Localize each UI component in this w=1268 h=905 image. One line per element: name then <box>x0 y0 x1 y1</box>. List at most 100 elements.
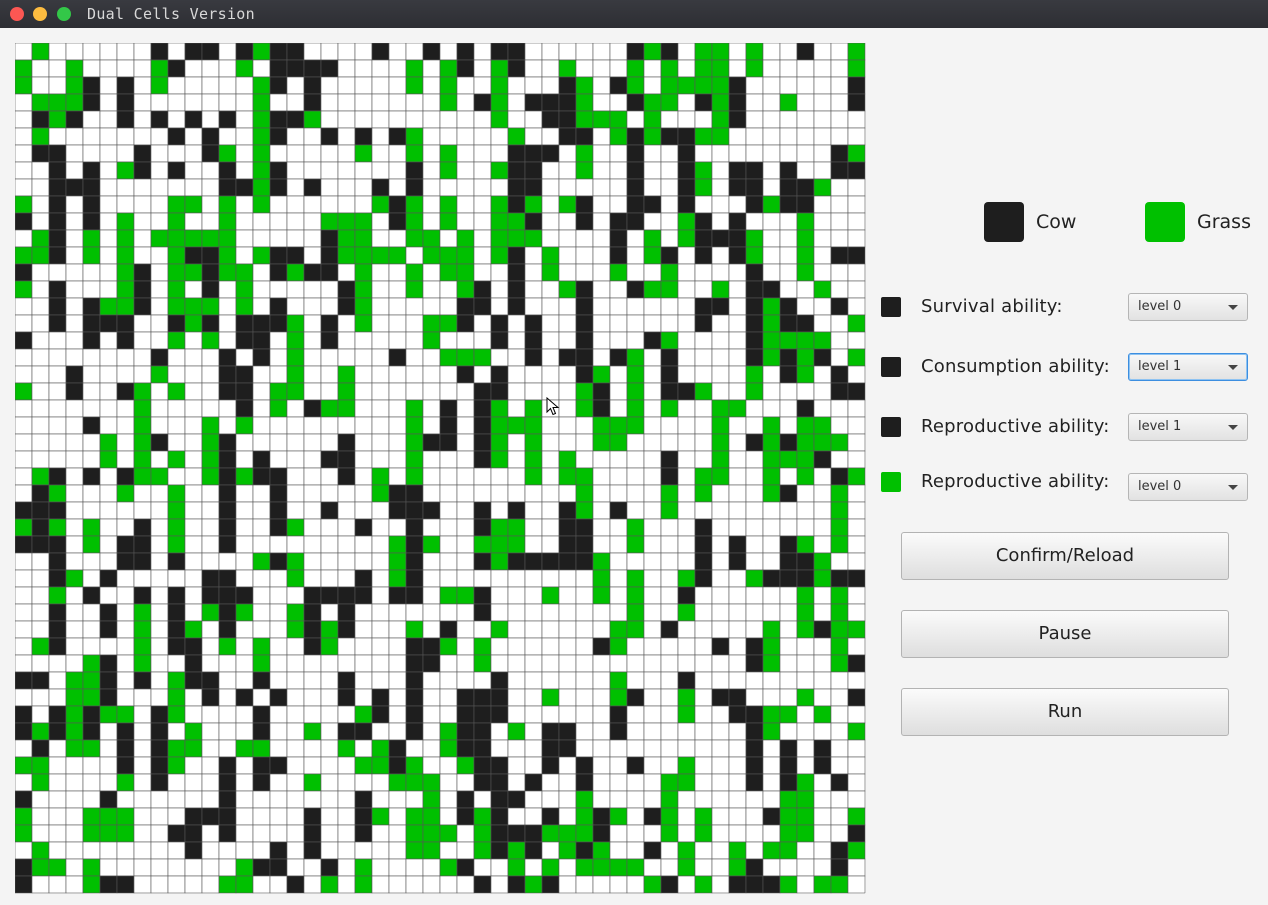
cow-cell <box>779 195 798 214</box>
grass-reproductive-select[interactable]: level 0 <box>1128 473 1248 501</box>
empty-cell <box>82 399 101 418</box>
cow-cell <box>745 161 764 180</box>
empty-cell <box>388 161 407 180</box>
grass-cell <box>796 263 815 282</box>
grass-cell <box>830 637 849 656</box>
confirm-reload-button[interactable]: Confirm/Reload <box>901 532 1229 580</box>
empty-cell <box>337 773 356 792</box>
empty-cell <box>813 365 832 384</box>
grass-cell <box>694 807 713 826</box>
empty-cell <box>252 229 271 248</box>
empty-cell <box>779 144 798 163</box>
grass-cell <box>116 212 135 231</box>
maximize-window-button[interactable] <box>57 7 71 21</box>
grass-cell <box>133 603 152 622</box>
empty-cell <box>626 654 645 673</box>
cow-cell <box>541 144 560 163</box>
grass-cell <box>31 93 50 112</box>
cow-cell <box>235 331 254 350</box>
grass-cell <box>82 246 101 265</box>
cow-cell <box>218 450 237 469</box>
empty-cell <box>48 875 67 894</box>
empty-cell <box>643 552 662 571</box>
grass-cell <box>15 195 33 214</box>
grass-cell <box>150 229 169 248</box>
cow-cell <box>269 110 288 129</box>
empty-cell <box>405 790 424 809</box>
empty-cell <box>422 399 441 418</box>
grass-cell <box>507 722 526 741</box>
cow-cell <box>184 671 203 690</box>
empty-cell <box>167 875 186 894</box>
empty-cell <box>779 858 798 877</box>
grass-cell <box>762 722 781 741</box>
grass-cell <box>405 76 424 95</box>
empty-cell <box>422 484 441 503</box>
cow-cell <box>116 535 135 554</box>
empty-cell <box>609 535 628 554</box>
empty-cell <box>388 280 407 299</box>
empty-cell <box>541 484 560 503</box>
empty-cell <box>490 586 509 605</box>
cow-cell <box>779 773 798 792</box>
empty-cell <box>320 93 339 112</box>
cow-cell <box>745 858 764 877</box>
cow-survival-select[interactable]: level 0 <box>1128 293 1248 321</box>
grass-cell <box>99 450 118 469</box>
empty-cell <box>694 433 713 452</box>
run-button[interactable]: Run <box>901 688 1229 736</box>
cow-cell <box>745 773 764 792</box>
empty-cell <box>643 382 662 401</box>
empty-cell <box>422 552 441 571</box>
grass-cell <box>439 739 458 758</box>
grass-cell <box>490 212 509 231</box>
minimize-window-button[interactable] <box>33 7 47 21</box>
pause-button[interactable]: Pause <box>901 610 1229 658</box>
cow-cell <box>48 178 67 197</box>
grass-cell <box>82 654 101 673</box>
empty-cell <box>218 297 237 316</box>
empty-cell <box>184 433 203 452</box>
grass-cell <box>235 858 254 877</box>
empty-cell <box>507 450 526 469</box>
empty-cell <box>694 773 713 792</box>
grass-cell <box>252 739 271 758</box>
grass-cell <box>252 654 271 673</box>
empty-cell <box>269 433 288 452</box>
grass-cell <box>286 620 305 639</box>
empty-cell <box>847 705 866 724</box>
cow-cell <box>456 858 475 877</box>
simulation-grid[interactable] <box>15 43 866 894</box>
cow-cell <box>490 790 509 809</box>
cow-consumption-select[interactable]: level 1 <box>1128 353 1248 381</box>
empty-cell <box>218 654 237 673</box>
cow-reproductive-select[interactable]: level 1 <box>1128 413 1248 441</box>
empty-cell <box>167 76 186 95</box>
cow-cell <box>15 705 33 724</box>
grass-cell <box>405 433 424 452</box>
empty-cell <box>31 314 50 333</box>
empty-cell <box>337 875 356 894</box>
empty-cell <box>320 178 339 197</box>
empty-cell <box>337 705 356 724</box>
empty-cell <box>677 450 696 469</box>
empty-cell <box>15 297 33 316</box>
cow-cell <box>847 569 866 588</box>
empty-cell <box>320 705 339 724</box>
empty-cell <box>116 43 135 61</box>
empty-cell <box>286 705 305 724</box>
empty-cell <box>167 773 186 792</box>
empty-cell <box>558 858 577 877</box>
empty-cell <box>439 110 458 129</box>
empty-cell <box>473 127 492 146</box>
empty-cell <box>15 552 33 571</box>
cow-cell <box>626 93 645 112</box>
empty-cell <box>252 382 271 401</box>
cow-cell <box>99 790 118 809</box>
empty-cell <box>626 450 645 469</box>
empty-cell <box>592 263 611 282</box>
empty-cell <box>218 127 237 146</box>
close-window-button[interactable] <box>10 7 24 21</box>
grass-cell <box>728 858 747 877</box>
empty-cell <box>609 569 628 588</box>
